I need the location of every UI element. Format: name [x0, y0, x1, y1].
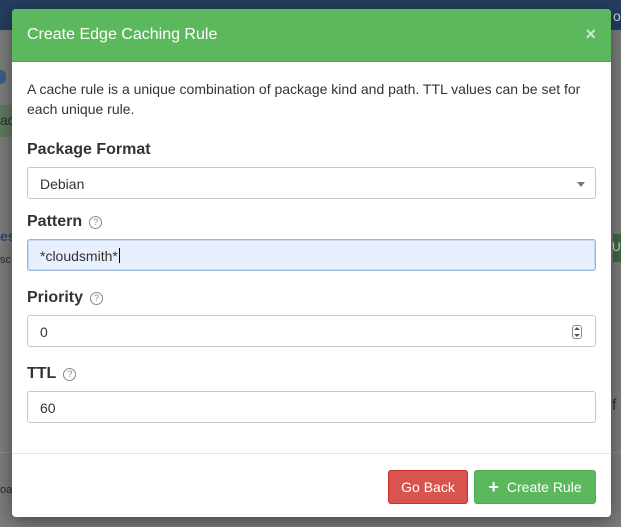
close-icon[interactable]: ×	[585, 24, 596, 45]
create-rule-button[interactable]: + Create Rule	[474, 470, 596, 504]
chevron-down-icon	[577, 182, 585, 187]
package-format-value: Debian	[40, 176, 85, 192]
go-back-button[interactable]: Go Back	[388, 470, 468, 504]
modal-title: Create Edge Caching Rule	[27, 26, 218, 43]
modal-header: Create Edge Caching Rule ×	[12, 9, 611, 62]
package-format-group: Package Format Debian	[27, 141, 596, 199]
background-text-fragment: U	[612, 240, 621, 254]
priority-value: 0	[40, 324, 48, 340]
package-format-label: Package Format	[27, 141, 596, 159]
create-rule-label: Create Rule	[506, 479, 582, 495]
help-icon[interactable]: ?	[90, 291, 104, 305]
priority-label-text: Priority	[27, 289, 84, 306]
create-edge-caching-rule-modal: Create Edge Caching Rule × A cache rule …	[12, 9, 611, 517]
pattern-label: Pattern ?	[27, 213, 596, 231]
ttl-label-text: TTL	[27, 365, 57, 382]
priority-label: Priority ?	[27, 289, 596, 307]
modal-footer: Go Back + Create Rule	[12, 453, 611, 517]
background-text-fragment: f	[612, 397, 617, 414]
ttl-label: TTL ?	[27, 365, 596, 383]
modal-body: A cache rule is a unique combination of …	[12, 79, 611, 119]
help-icon[interactable]: ?	[63, 367, 77, 381]
background-text-fragment: oa	[0, 484, 13, 496]
pattern-input[interactable]: *cloudsmith*	[27, 239, 596, 271]
pattern-value-text: *cloudsmith*	[40, 248, 118, 264]
package-format-select[interactable]: Debian	[27, 167, 596, 199]
pattern-value: *cloudsmith*	[40, 248, 120, 264]
priority-group: Priority ? 0	[27, 289, 596, 347]
modal-description: A cache rule is a unique combination of …	[27, 81, 581, 117]
plus-icon: +	[488, 477, 499, 497]
go-back-label: Go Back	[401, 479, 455, 495]
background-navbar-fragment: o	[613, 8, 621, 24]
ttl-group: TTL ? 60	[27, 365, 596, 423]
text-cursor	[118, 248, 120, 263]
priority-input[interactable]: 0	[27, 315, 596, 347]
help-icon[interactable]: ?	[89, 215, 103, 229]
pattern-label-text: Pattern	[27, 213, 83, 230]
pattern-group: Pattern ? *cloudsmith*	[27, 213, 596, 271]
number-spinner-icon[interactable]	[572, 325, 582, 339]
ttl-input[interactable]: 60	[27, 391, 596, 423]
background-text-fragment: sc	[0, 254, 11, 266]
ttl-value: 60	[40, 400, 56, 416]
package-format-label-text: Package Format	[27, 141, 151, 158]
